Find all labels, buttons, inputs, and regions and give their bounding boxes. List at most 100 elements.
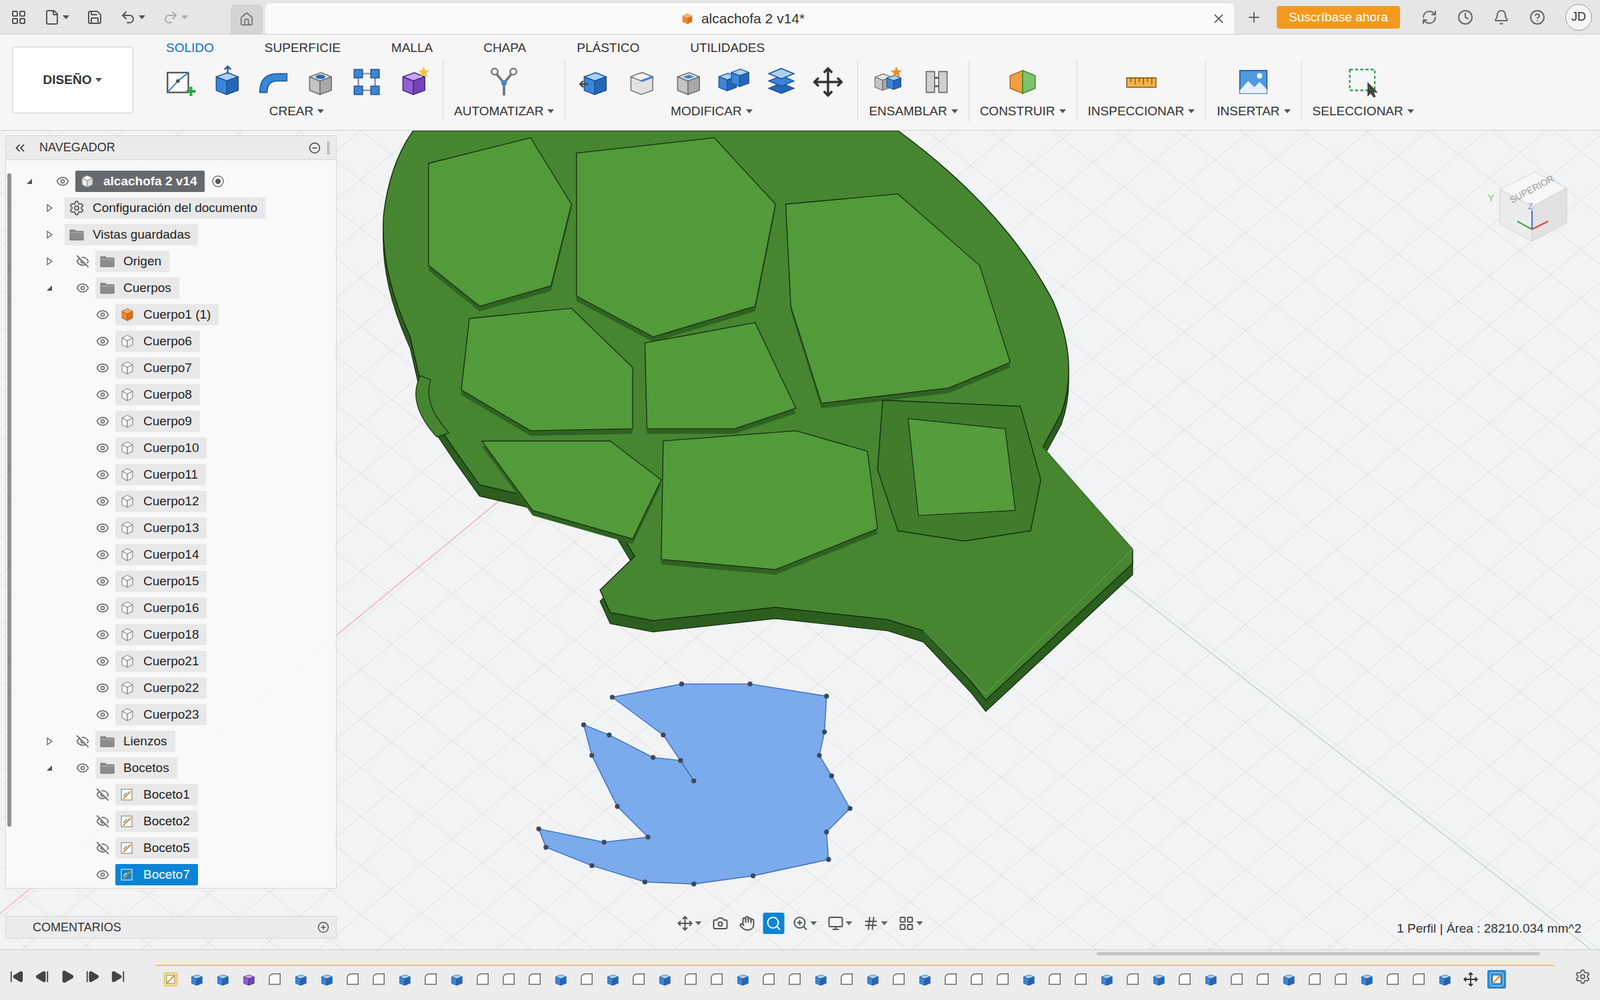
visibility-toggle[interactable] bbox=[92, 704, 113, 725]
visibility-toggle[interactable] bbox=[92, 411, 113, 432]
timeline-feature[interactable] bbox=[889, 970, 908, 989]
tree-row[interactable]: Boceto1 bbox=[12, 781, 336, 808]
eye-off-icon[interactable] bbox=[76, 254, 90, 268]
home-icon[interactable] bbox=[239, 12, 254, 27]
visibility-toggle[interactable] bbox=[72, 758, 93, 778]
file-icon[interactable] bbox=[44, 9, 60, 26]
tree-item[interactable]: Cuerpo18 bbox=[115, 624, 207, 646]
collapsed-arrow-icon[interactable] bbox=[45, 257, 54, 266]
notifications-icon[interactable] bbox=[1493, 9, 1510, 26]
toolbar-tab[interactable]: UTILIDADES bbox=[690, 40, 765, 56]
tree-item[interactable]: Cuerpo10 bbox=[115, 437, 207, 459]
tool-button[interactable] bbox=[1004, 63, 1042, 101]
radio-icon[interactable] bbox=[211, 174, 225, 188]
eye-icon[interactable] bbox=[96, 708, 110, 722]
timeline-feature[interactable] bbox=[1435, 970, 1454, 989]
fit-icon[interactable] bbox=[792, 915, 809, 932]
visibility-toggle[interactable] bbox=[72, 278, 93, 298]
timeline-feature[interactable] bbox=[291, 970, 310, 989]
eye-off-icon[interactable] bbox=[76, 734, 90, 748]
eye-icon[interactable] bbox=[56, 174, 70, 188]
viewports-icon[interactable] bbox=[898, 915, 915, 932]
tree-row[interactable]: Cuerpo18 bbox=[12, 621, 336, 648]
tree-row[interactable]: Cuerpo1 (1) bbox=[12, 301, 336, 328]
display-icon[interactable] bbox=[828, 915, 844, 932]
tool-button[interactable] bbox=[576, 63, 614, 101]
expand-toggle[interactable] bbox=[39, 278, 60, 298]
visibility-toggle[interactable] bbox=[52, 171, 73, 192]
tree-item-label[interactable]: Cuerpo16 bbox=[143, 600, 199, 616]
tool-button[interactable] bbox=[918, 63, 956, 101]
panel-grip[interactable] bbox=[327, 141, 330, 155]
expand-toggle[interactable] bbox=[39, 251, 60, 272]
visibility-toggle[interactable] bbox=[92, 784, 113, 805]
tree-item[interactable]: Boceto5 bbox=[115, 837, 198, 859]
artichoke-model[interactable] bbox=[383, 130, 1133, 712]
visibility-toggle[interactable] bbox=[92, 571, 113, 592]
tree-item[interactable]: Cuerpo22 bbox=[115, 677, 207, 699]
tool-group-menu[interactable]: INSERTAR bbox=[1216, 104, 1290, 119]
tool-button[interactable] bbox=[669, 63, 707, 101]
plus-icon[interactable] bbox=[1246, 9, 1262, 26]
visibility-toggle[interactable] bbox=[72, 731, 93, 752]
tree-item-label[interactable]: alcachofa 2 v14 bbox=[103, 174, 197, 189]
tree-row[interactable]: Cuerpo13 bbox=[12, 514, 336, 542]
expand-toggle[interactable] bbox=[39, 198, 60, 218]
tree-item-label[interactable]: Cuerpo23 bbox=[143, 707, 199, 722]
tree-item[interactable]: Cuerpo14 bbox=[115, 544, 207, 566]
scrollbar[interactable] bbox=[6, 160, 13, 888]
tree-item-label[interactable]: Lienzos bbox=[123, 734, 168, 749]
visibility-toggle[interactable] bbox=[92, 518, 113, 538]
expand-toggle[interactable] bbox=[39, 758, 60, 778]
timeline-feature[interactable] bbox=[525, 970, 544, 989]
tree-item[interactable]: Vistas guardadas bbox=[64, 224, 198, 246]
tree-item-label[interactable]: Cuerpo13 bbox=[143, 520, 199, 536]
tree-item-label[interactable]: Cuerpo9 bbox=[143, 414, 192, 429]
tree-item-label[interactable]: Cuerpo12 bbox=[143, 494, 199, 509]
tree-row[interactable]: Cuerpo8 bbox=[12, 381, 336, 408]
tool-button[interactable] bbox=[485, 63, 523, 101]
tree-item-label[interactable]: Cuerpo22 bbox=[143, 680, 199, 696]
eye-icon[interactable] bbox=[96, 601, 110, 615]
tree-row[interactable]: Cuerpo9 bbox=[12, 408, 336, 435]
visibility-toggle[interactable] bbox=[92, 811, 113, 832]
timeline-feature[interactable] bbox=[1201, 970, 1220, 989]
timeline-feature[interactable] bbox=[1383, 970, 1402, 989]
viewport[interactable]: NAVEGADORalcachofa 2 v14Configuración de… bbox=[0, 130, 1600, 950]
view-tool[interactable] bbox=[736, 912, 758, 934]
tree-item[interactable]: Cuerpo23 bbox=[115, 704, 207, 726]
eye-icon[interactable] bbox=[96, 574, 110, 588]
tool-button[interactable] bbox=[622, 63, 660, 101]
tool-button[interactable] bbox=[1344, 63, 1382, 101]
timeline-feature[interactable] bbox=[1357, 970, 1376, 989]
visibility-toggle[interactable] bbox=[92, 864, 113, 885]
timeline-feature[interactable] bbox=[265, 970, 284, 989]
visibility-toggle[interactable] bbox=[92, 464, 113, 485]
timeline-feature[interactable] bbox=[915, 970, 934, 989]
tool-group-menu[interactable]: SELECCIONAR bbox=[1312, 104, 1414, 119]
tree-row[interactable]: Cuerpo21 bbox=[12, 648, 336, 675]
visibility-toggle[interactable] bbox=[72, 251, 93, 272]
grid-icon[interactable] bbox=[863, 915, 880, 932]
timeline-feature[interactable] bbox=[551, 970, 570, 989]
timeline-feature[interactable] bbox=[473, 970, 492, 989]
tree-item-label[interactable]: Cuerpo7 bbox=[143, 360, 192, 376]
toolbar-tab[interactable]: SOLIDO bbox=[166, 40, 214, 56]
tree-item-label[interactable]: Cuerpo21 bbox=[143, 654, 199, 669]
tree-row[interactable]: Bocetos bbox=[12, 754, 336, 782]
timeline-feature[interactable] bbox=[1331, 970, 1350, 989]
redo-button[interactable] bbox=[162, 9, 188, 26]
close-tab-icon[interactable] bbox=[1211, 11, 1226, 26]
tree-item-label[interactable]: Configuración del documento bbox=[92, 200, 258, 216]
view-tool[interactable] bbox=[674, 912, 705, 934]
eye-icon[interactable] bbox=[76, 761, 90, 775]
tree-row[interactable]: Lienzos bbox=[12, 728, 336, 755]
redo-icon[interactable] bbox=[162, 9, 179, 26]
eye-icon[interactable] bbox=[96, 654, 110, 668]
view-tool[interactable] bbox=[825, 912, 856, 934]
tool-group-menu[interactable]: CONSTRUIR bbox=[980, 104, 1066, 119]
tree-item[interactable]: Cuerpo6 bbox=[115, 330, 200, 352]
timeline-feature[interactable] bbox=[1409, 970, 1428, 989]
tree-item-label[interactable]: Bocetos bbox=[123, 760, 170, 776]
tree-item-label[interactable]: Cuerpo15 bbox=[143, 574, 199, 589]
